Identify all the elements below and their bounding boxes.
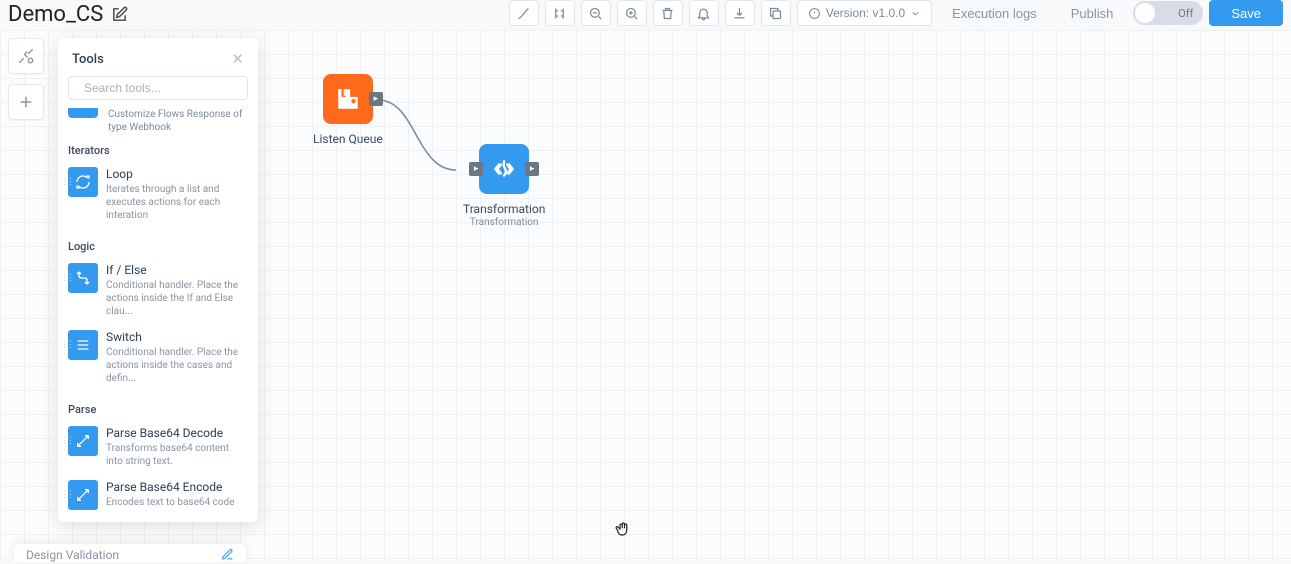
category-label: Iterators (68, 144, 248, 157)
tool-item-partial[interactable]: Customize Flows Response of type Webhook (68, 108, 248, 134)
rabbitmq-icon (335, 86, 361, 112)
execution-logs-button[interactable]: Execution logs (938, 0, 1051, 26)
node-sublabel: Transformation (470, 217, 539, 228)
loop-icon (68, 167, 98, 197)
input-port[interactable]: ▸ (469, 162, 483, 176)
tool-desc: Transforms base64 content into string te… (106, 442, 248, 468)
tool-item-loop[interactable]: Loop Iterates through a list and execute… (68, 163, 248, 230)
zoom-out-button[interactable] (581, 0, 611, 26)
save-button[interactable]: Save (1209, 0, 1283, 26)
node-label: Transformation (463, 202, 545, 216)
tool-item-ifelse[interactable]: If / Else Conditional handler. Place the… (68, 259, 248, 326)
tool-item-b64encode[interactable]: Parse Base64 Encode Encodes text to base… (68, 476, 248, 518)
validation-bar[interactable]: Design Validation (14, 544, 246, 562)
transform-icon (68, 426, 98, 456)
delete-button[interactable] (653, 0, 683, 26)
tool-desc: Conditional handler. Place the actions i… (106, 279, 248, 318)
tool-item-b64decode[interactable]: Parse Base64 Decode Transforms base64 co… (68, 422, 248, 476)
connector-tool-button[interactable] (509, 0, 539, 26)
tool-desc: Iterates through a list and executes act… (106, 183, 248, 222)
node-label: Listen Queue (313, 132, 383, 146)
version-label: Version: v1.0.0 (826, 6, 905, 20)
download-button[interactable] (725, 0, 755, 26)
enable-toggle[interactable]: Off (1133, 1, 1203, 25)
publish-button[interactable]: Publish (1057, 0, 1128, 26)
transform-icon (68, 480, 98, 510)
search-box[interactable] (68, 76, 248, 100)
notifications-button[interactable] (689, 0, 719, 26)
branch-icon (68, 263, 98, 293)
node-listen-queue[interactable]: ▸ Listen Queue (313, 74, 383, 146)
align-tool-button[interactable] (545, 0, 575, 26)
zoom-in-button[interactable] (617, 0, 647, 26)
node-body[interactable]: ▸ ▸ (479, 144, 529, 194)
switch-icon (68, 330, 98, 360)
tool-desc: Conditional handler. Place the actions i… (106, 346, 248, 385)
tools-rail-button[interactable] (8, 38, 44, 74)
page-title: Demo_CS (8, 2, 103, 27)
lambda-icon (491, 156, 517, 182)
category-label: Parse (68, 403, 248, 416)
tool-name: Parse Base64 Encode (106, 480, 248, 494)
tool-name: Loop (106, 167, 248, 181)
tool-item-htmltopdf[interactable]: Parse Html To Pdf Convert an Html format… (68, 518, 248, 522)
close-icon[interactable]: ✕ (231, 50, 244, 68)
tool-name: Parse Base64 Decode (106, 426, 248, 440)
tool-icon-partial (68, 108, 98, 118)
add-rail-button[interactable] (8, 84, 44, 120)
tools-list[interactable]: Customize Flows Response of type Webhook… (58, 108, 258, 522)
output-port[interactable]: ▸ (525, 162, 539, 176)
tool-item-switch[interactable]: Switch Conditional handler. Place the ac… (68, 326, 248, 393)
tools-panel-title: Tools (72, 52, 104, 67)
tool-name: Switch (106, 330, 248, 344)
node-transformation[interactable]: ▸ ▸ Transformation Transformation (463, 144, 545, 228)
output-port[interactable]: ▸ (369, 92, 383, 106)
left-rail (8, 38, 48, 120)
tool-desc: Encodes text to base64 code (106, 496, 248, 509)
hand-cursor-icon (614, 520, 632, 542)
search-input[interactable] (84, 81, 239, 95)
category-label: Logic (68, 240, 248, 253)
edit-title-icon[interactable] (111, 6, 128, 23)
toggle-label: Off (1178, 7, 1193, 20)
node-body[interactable]: ▸ (323, 74, 373, 124)
tool-name: If / Else (106, 263, 248, 277)
version-dropdown[interactable]: Version: v1.0.0 (797, 0, 932, 26)
copy-button[interactable] (761, 0, 791, 26)
topbar: Demo_CS Version: v1.0. (0, 0, 1291, 30)
tools-panel: Tools ✕ Customize Flows Response of type… (58, 38, 258, 522)
edit-icon (221, 548, 234, 564)
toggle-knob (1135, 3, 1155, 23)
chevron-down-icon (910, 8, 921, 19)
search-icon (77, 82, 78, 95)
